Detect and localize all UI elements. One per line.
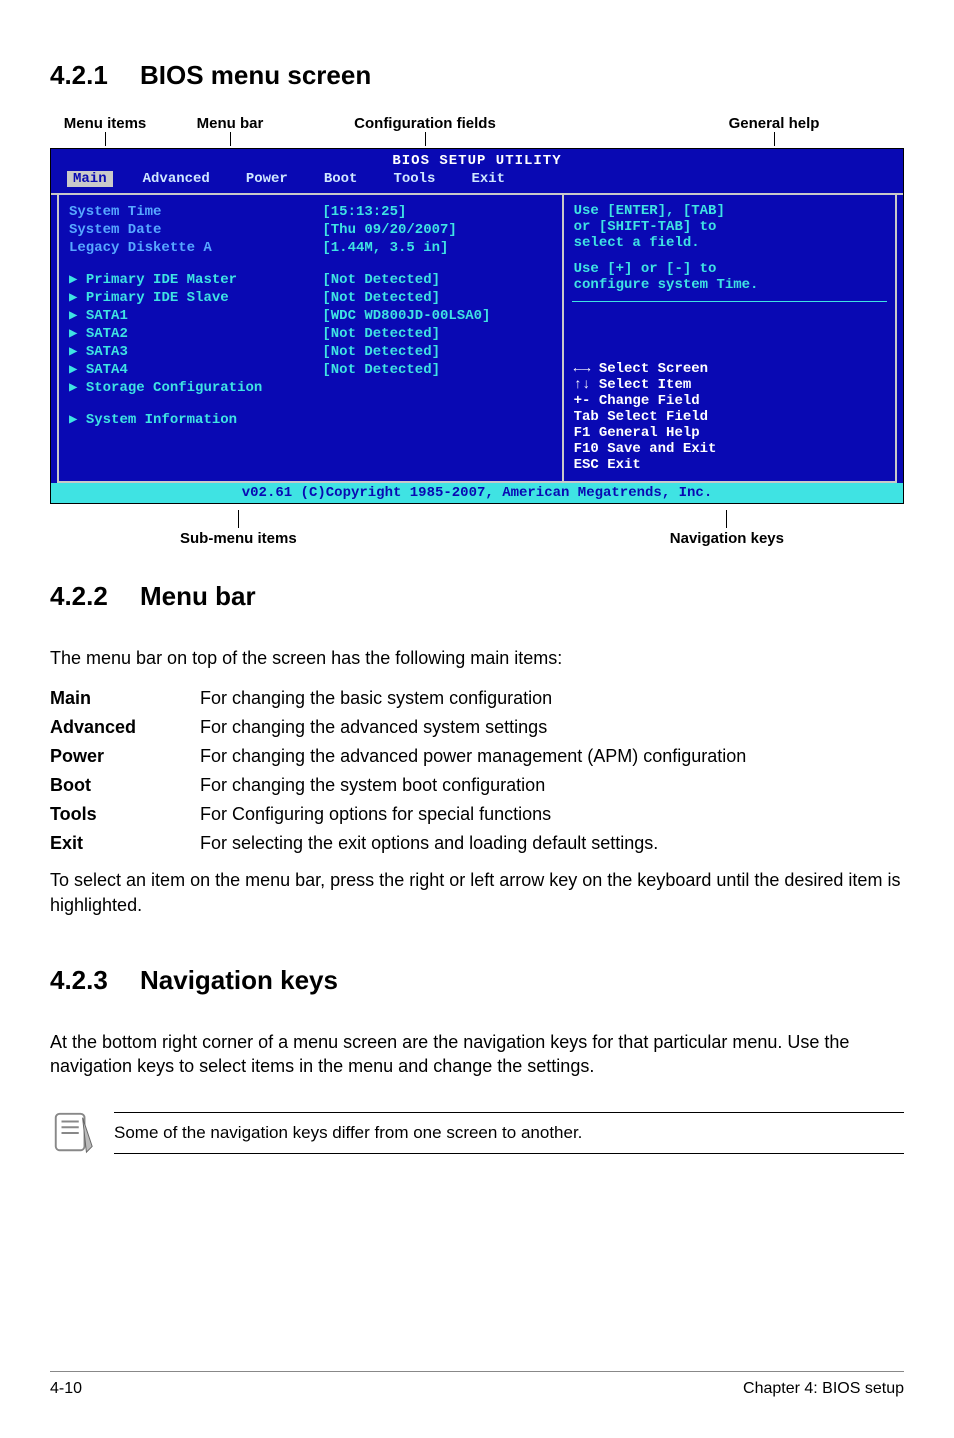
key-select-field: Tab Select Field — [574, 409, 885, 425]
val-pis: [Not Detected] — [322, 289, 551, 307]
ann-config-fields: Configuration fields — [354, 115, 496, 132]
def-tools-v: For Configuring options for special func… — [200, 800, 904, 829]
def-main-v: For changing the basic system configurat… — [200, 684, 904, 713]
def-boot-v: For changing the system boot configurati… — [200, 771, 904, 800]
def-adv-k: Advanced — [50, 713, 200, 742]
ann-menu-items: Menu items — [64, 115, 147, 132]
row-sata1[interactable]: SATA1 — [86, 308, 128, 324]
tab-advanced[interactable]: Advanced — [137, 171, 216, 187]
key-select-item: ↑↓ Select Item — [574, 377, 885, 393]
menubar-intro: The menu bar on top of the screen has th… — [50, 646, 904, 670]
row-sata4[interactable]: SATA4 — [86, 362, 128, 378]
key-exit: ESC Exit — [574, 457, 885, 473]
menu-definitions: MainFor changing the basic system config… — [50, 684, 904, 858]
chevron-right-icon: ▶ — [69, 344, 86, 360]
heading-422: 4.2.2Menu bar — [50, 581, 904, 612]
secnum-421: 4.2.1 — [50, 60, 140, 91]
chevron-right-icon: ▶ — [69, 412, 86, 428]
key-save-exit: F10 Save and Exit — [574, 441, 885, 457]
def-exit-v: For selecting the exit options and loadi… — [200, 829, 904, 858]
def-pow-v: For changing the advanced power manageme… — [200, 742, 904, 771]
chevron-right-icon: ▶ — [69, 290, 86, 306]
val-sata1: [WDC WD800JD-00LSA0] — [322, 307, 551, 325]
chevron-right-icon: ▶ — [69, 326, 86, 342]
row-system-time[interactable]: System Time — [69, 203, 322, 221]
tab-boot[interactable]: Boot — [318, 171, 364, 187]
chevron-right-icon: ▶ — [69, 308, 86, 324]
sectitle-423: Navigation keys — [140, 965, 338, 995]
chevron-right-icon: ▶ — [69, 362, 86, 378]
row-sata2[interactable]: SATA2 — [86, 326, 128, 342]
row-system-info[interactable]: System Information — [86, 412, 237, 428]
val-pim: [Not Detected] — [322, 271, 551, 289]
menubar-outro: To select an item on the menu bar, press… — [50, 868, 904, 917]
val-system-time[interactable]: [15:13:25] — [322, 203, 551, 221]
note-icon — [50, 1110, 96, 1156]
tab-power[interactable]: Power — [240, 171, 294, 187]
val-system-date[interactable]: [Thu 09/20/2007] — [322, 221, 551, 239]
key-select-screen: ←→ Select Screen — [574, 361, 885, 377]
help-l3: select a field. — [574, 235, 885, 251]
ann-submenu: Sub-menu items — [180, 530, 297, 547]
sectitle-421: BIOS menu screen — [140, 60, 371, 90]
sectitle-422: Menu bar — [140, 581, 256, 611]
ann-general-help: General help — [729, 115, 820, 132]
note-block: Some of the navigation keys differ from … — [50, 1110, 904, 1156]
val-legacy[interactable]: [1.44M, 3.5 in] — [322, 239, 551, 257]
row-storage-config[interactable]: Storage Configuration — [86, 380, 262, 396]
row-sata3[interactable]: SATA3 — [86, 344, 128, 360]
ann-navkeys: Navigation keys — [670, 530, 784, 547]
heading-421: 4.2.1BIOS menu screen — [50, 60, 904, 91]
bios-menubar: Main Advanced Power Boot Tools Exit — [51, 169, 903, 193]
def-main-k: Main — [50, 684, 200, 713]
help-l2: or [SHIFT-TAB] to — [574, 219, 885, 235]
note-text: Some of the navigation keys differ from … — [114, 1112, 904, 1154]
secnum-423: 4.2.3 — [50, 965, 140, 996]
page-footer: 4-10 Chapter 4: BIOS setup — [50, 1371, 904, 1398]
chevron-right-icon: ▶ — [69, 380, 86, 396]
key-general-help: F1 General Help — [574, 425, 885, 441]
heading-423: 4.2.3Navigation keys — [50, 965, 904, 996]
val-sata2: [Not Detected] — [322, 325, 551, 343]
chapter-label: Chapter 4: BIOS setup — [743, 1380, 904, 1398]
bios-footer: v02.61 (C)Copyright 1985-2007, American … — [51, 483, 903, 503]
chevron-right-icon: ▶ — [69, 272, 86, 288]
bios-screenshot: BIOS SETUP UTILITY Main Advanced Power B… — [50, 148, 904, 504]
help-l5: configure system Time. — [574, 277, 885, 293]
val-sata3: [Not Detected] — [322, 343, 551, 361]
tab-main[interactable]: Main — [67, 171, 113, 187]
tab-exit[interactable]: Exit — [465, 171, 511, 187]
tab-tools[interactable]: Tools — [387, 171, 441, 187]
row-legacy[interactable]: Legacy Diskette A — [69, 239, 322, 257]
def-pow-k: Power — [50, 742, 200, 771]
bios-title: BIOS SETUP UTILITY — [51, 149, 903, 169]
row-system-date[interactable]: System Date — [69, 221, 322, 239]
def-tools-k: Tools — [50, 800, 200, 829]
row-pis[interactable]: Primary IDE Slave — [86, 290, 229, 306]
secnum-422: 4.2.2 — [50, 581, 140, 612]
bottom-annotations: Sub-menu items Navigation keys — [50, 510, 904, 547]
key-change-field: +- Change Field — [574, 393, 885, 409]
row-pim[interactable]: Primary IDE Master — [86, 272, 237, 288]
page-number: 4-10 — [50, 1380, 82, 1398]
ann-menu-bar: Menu bar — [197, 115, 264, 132]
def-boot-k: Boot — [50, 771, 200, 800]
def-adv-v: For changing the advanced system setting… — [200, 713, 904, 742]
top-annotations: Menu items Menu bar Configuration fields… — [50, 115, 904, 146]
val-sata4: [Not Detected] — [322, 361, 551, 379]
def-exit-k: Exit — [50, 829, 200, 858]
navkeys-body: At the bottom right corner of a menu scr… — [50, 1030, 904, 1079]
help-l4: Use [+] or [-] to — [574, 261, 885, 277]
help-l1: Use [ENTER], [TAB] — [574, 203, 885, 219]
